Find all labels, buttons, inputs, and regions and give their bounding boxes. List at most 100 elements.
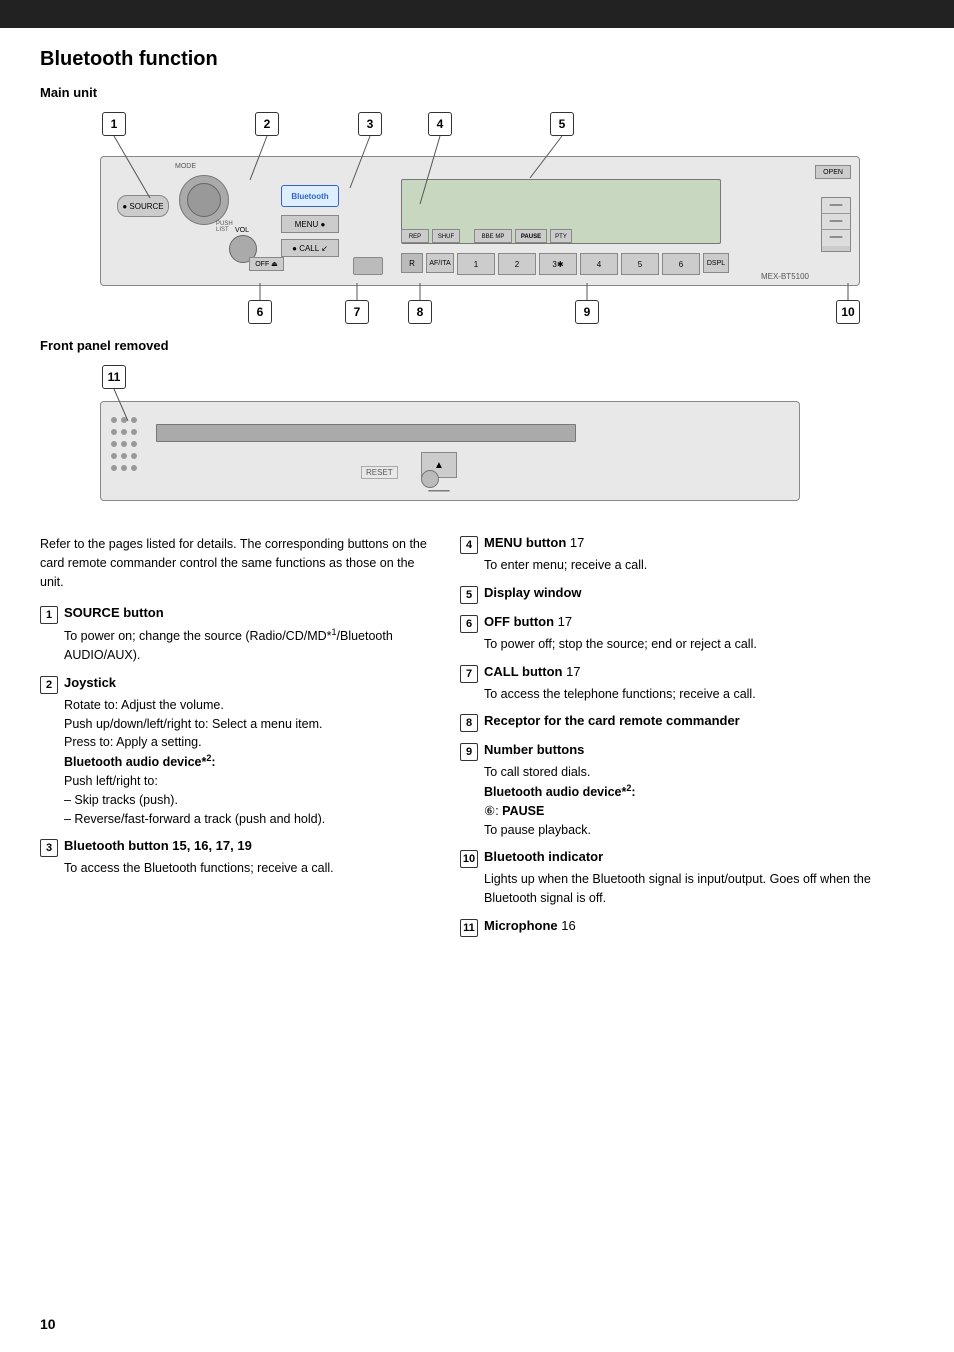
source-button-diagram: ● SOURCE bbox=[117, 195, 169, 217]
num1-btn: 1 bbox=[457, 253, 495, 275]
callout-4: 4 bbox=[428, 112, 452, 136]
item-1-box: 1 bbox=[40, 606, 58, 624]
item-7-body: To access the telephone functions; recei… bbox=[460, 685, 914, 704]
description-section: Refer to the pages listed for details. T… bbox=[40, 535, 914, 947]
item-3-title: Bluetooth button 15, 16, 17, 19 bbox=[64, 838, 252, 853]
intro-text: Refer to the pages listed for details. T… bbox=[40, 535, 430, 591]
call-btn-diagram: ● CALL ↙ bbox=[281, 239, 339, 257]
page-content: Bluetooth function Main unit 1 2 3 4 5 ●… bbox=[0, 28, 954, 977]
item-9-title: Number buttons bbox=[484, 742, 584, 757]
item-9-box: 9 bbox=[460, 743, 478, 761]
front-device-body: ▲─── RESET bbox=[100, 401, 800, 501]
top-bar bbox=[0, 0, 954, 28]
item-8-box: 8 bbox=[460, 714, 478, 732]
callout-10: 10 bbox=[836, 300, 860, 324]
item-4-box: 4 bbox=[460, 536, 478, 554]
desc-item-11: 11 Microphone 16 bbox=[460, 918, 914, 937]
section-front-panel-label: Front panel removed bbox=[40, 338, 914, 353]
item-6-header: 6 OFF button 17 bbox=[460, 614, 914, 633]
callout-7: 7 bbox=[345, 300, 369, 324]
item-9-header: 9 Number buttons bbox=[460, 742, 914, 761]
main-unit-diagram: 1 2 3 4 5 ● SOURCE MODE Bluetooth MENU ●… bbox=[40, 108, 900, 338]
menu-btn-diagram: MENU ● bbox=[281, 215, 339, 233]
desc-item-2: 2 Joystick Rotate to: Adjust the volume.… bbox=[40, 675, 430, 828]
section-main-unit-label: Main unit bbox=[40, 85, 914, 100]
desc-item-5: 5 Display window bbox=[460, 585, 914, 604]
item-5-title: Display window bbox=[484, 585, 582, 600]
item-4-body: To enter menu; receive a call. bbox=[460, 556, 914, 575]
bluetooth-btn-diagram: Bluetooth bbox=[281, 185, 339, 207]
desc-right-column: 4 MENU button 17 To enter menu; receive … bbox=[460, 535, 914, 947]
item-7-box: 7 bbox=[460, 665, 478, 683]
item-3-box: 3 bbox=[40, 839, 58, 857]
item-10-box: 10 bbox=[460, 850, 478, 868]
num2-btn: 2 bbox=[498, 253, 536, 275]
r-btn: R bbox=[401, 253, 423, 273]
model-label: MEX-BT5100 bbox=[761, 272, 809, 281]
item-7-header: 7 CALL button 17 bbox=[460, 664, 914, 683]
item-9-body: To call stored dials. Bluetooth audio de… bbox=[460, 763, 914, 839]
shuf-btn: SHUF bbox=[432, 229, 460, 243]
cd-slot-diagram bbox=[156, 424, 576, 442]
item-5-box: 5 bbox=[460, 586, 478, 604]
item-11-header: 11 Microphone 16 bbox=[460, 918, 914, 937]
dspl-btn: DSPL bbox=[703, 253, 729, 273]
item-3-body: To access the Bluetooth functions; recei… bbox=[40, 859, 430, 878]
desc-item-1: 1 SOURCE button To power on; change the … bbox=[40, 605, 430, 665]
front-panel-diagram: 11 ▲─── RESET bbox=[40, 361, 900, 521]
mode-label: MODE bbox=[175, 163, 196, 170]
num3-btn: 3✱ bbox=[539, 253, 577, 275]
item-10-body: Lights up when the Bluetooth signal is i… bbox=[460, 870, 914, 908]
item-2-header: 2 Joystick bbox=[40, 675, 430, 694]
num5-btn: 5 bbox=[621, 253, 659, 275]
item-2-bold: Bluetooth audio device*2: bbox=[64, 755, 216, 769]
page-title: Bluetooth function bbox=[40, 48, 914, 71]
item-4-title: MENU button 17 bbox=[484, 535, 584, 550]
desc-item-10: 10 Bluetooth indicator Lights up when th… bbox=[460, 849, 914, 908]
number-btns-row: R AF/ITA 1 2 3✱ 4 5 6 DSPL bbox=[401, 253, 761, 275]
callout-8: 8 bbox=[408, 300, 432, 324]
item-11-box: 11 bbox=[460, 919, 478, 937]
item-6-title: OFF button 17 bbox=[484, 614, 572, 629]
item-2-title: Joystick bbox=[64, 675, 116, 690]
pause-btn: PAUSE bbox=[515, 229, 547, 243]
desc-item-3: 3 Bluetooth button 15, 16, 17, 19 To acc… bbox=[40, 838, 430, 878]
desc-item-4: 4 MENU button 17 To enter menu; receive … bbox=[460, 535, 914, 575]
power-hole-diagram bbox=[421, 470, 439, 488]
callout-9: 9 bbox=[575, 300, 599, 324]
desc-item-7: 7 CALL button 17 To access the telephone… bbox=[460, 664, 914, 704]
desc-left-column: Refer to the pages listed for details. T… bbox=[40, 535, 430, 947]
item-5-header: 5 Display window bbox=[460, 585, 914, 604]
item-1-body: To power on; change the source (Radio/CD… bbox=[40, 626, 430, 665]
vol-label: VOL bbox=[235, 227, 249, 234]
bt-indicator-diagram: ═══ ═══ ═══ bbox=[821, 197, 851, 252]
callout-6: 6 bbox=[248, 300, 272, 324]
item-1-title: SOURCE button bbox=[64, 605, 164, 620]
desc-item-8: 8 Receptor for the card remote commander bbox=[460, 713, 914, 732]
bbemp-btn: BBE MP bbox=[474, 229, 512, 243]
pty-btn: PTY bbox=[550, 229, 572, 243]
callout-11: 11 bbox=[102, 365, 126, 389]
item-8-header: 8 Receptor for the card remote commander bbox=[460, 713, 914, 732]
item-10-header: 10 Bluetooth indicator bbox=[460, 849, 914, 868]
microphone-grid bbox=[111, 417, 139, 482]
reset-btn-diagram: RESET bbox=[361, 466, 398, 479]
item-3-header: 3 Bluetooth button 15, 16, 17, 19 bbox=[40, 838, 430, 857]
receptor-diagram bbox=[353, 257, 383, 275]
off-btn-diagram: OFF ⏏ bbox=[249, 257, 284, 271]
item-6-body: To power off; stop the source; end or re… bbox=[460, 635, 914, 654]
open-btn-diagram: OPEN bbox=[815, 165, 851, 179]
callout-1: 1 bbox=[102, 112, 126, 136]
item-7-title: CALL button 17 bbox=[484, 664, 581, 679]
item-6-box: 6 bbox=[460, 615, 478, 633]
callout-3: 3 bbox=[358, 112, 382, 136]
device-body: ● SOURCE MODE Bluetooth MENU ● ● CALL ↙ … bbox=[100, 156, 860, 286]
desc-item-9: 9 Number buttons To call stored dials. B… bbox=[460, 742, 914, 839]
item-8-title: Receptor for the card remote commander bbox=[484, 713, 740, 728]
page-number: 10 bbox=[40, 1316, 56, 1332]
item-2-box: 2 bbox=[40, 676, 58, 694]
item-4-header: 4 MENU button 17 bbox=[460, 535, 914, 554]
item-1-header: 1 SOURCE button bbox=[40, 605, 430, 624]
item-10-title: Bluetooth indicator bbox=[484, 849, 603, 864]
item-11-title: Microphone 16 bbox=[484, 918, 576, 933]
